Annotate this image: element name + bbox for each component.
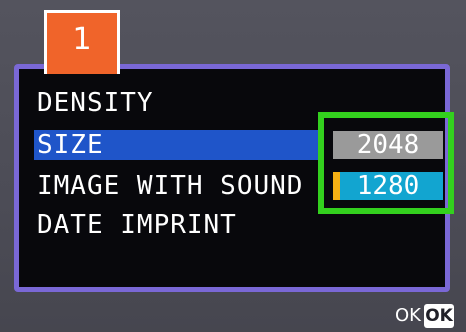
option-cursor-marker (333, 172, 340, 200)
camera-menu-screen: 1 DENSITY SIZE IMAGE WITH SOUND DATE IMP… (0, 0, 466, 332)
size-option-2048[interactable]: 2048 (333, 131, 443, 159)
menu-item-density[interactable]: DENSITY (37, 88, 154, 118)
menu-item-size[interactable]: SIZE (37, 130, 104, 160)
menu-tab-1[interactable]: 1 (44, 10, 120, 74)
size-option-1280[interactable]: 1280 (333, 172, 443, 200)
ok-button[interactable]: OK (424, 304, 454, 328)
menu-item-date-imprint[interactable]: DATE IMPRINT (37, 210, 237, 240)
menu-item-image-with-sound[interactable]: IMAGE WITH SOUND (37, 171, 303, 201)
ok-hint-label: OK (395, 305, 421, 326)
